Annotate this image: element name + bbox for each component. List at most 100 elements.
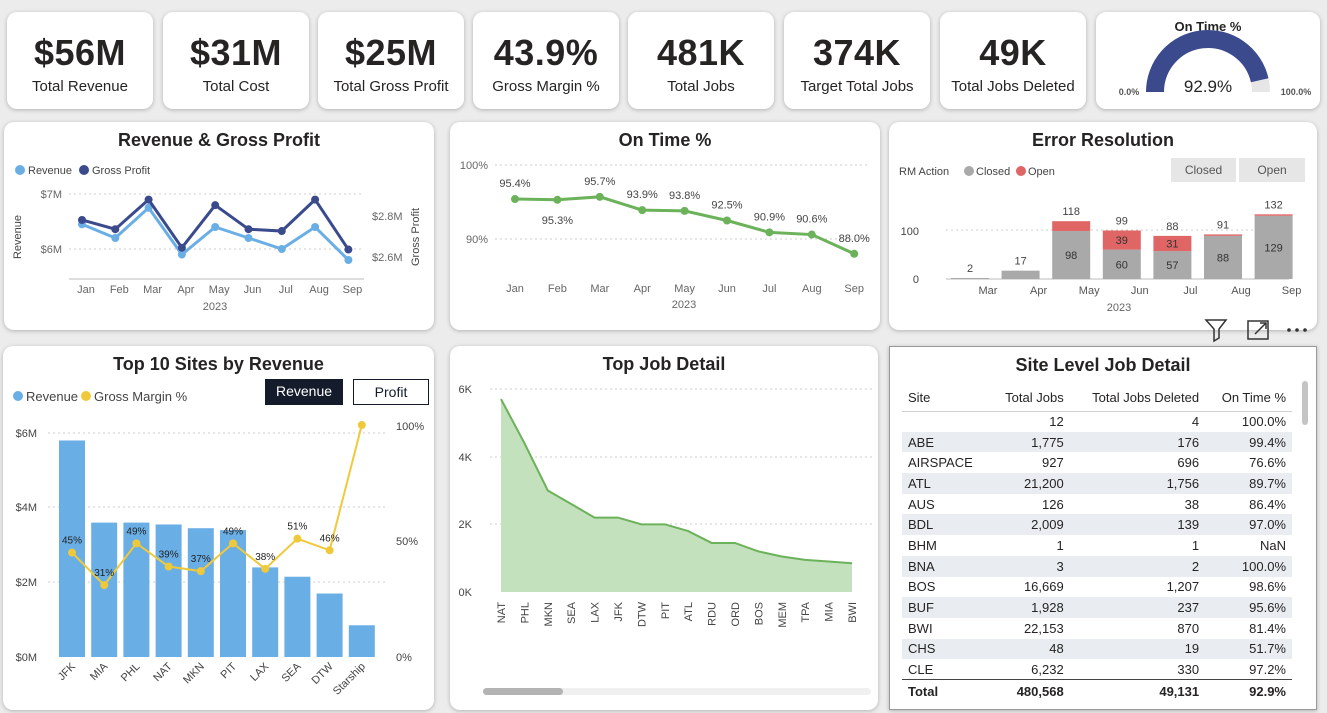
data-label: 95.4% — [499, 178, 530, 190]
y-tick: 90% — [466, 234, 488, 246]
cell-total-jobs: 126 — [1042, 496, 1064, 512]
table-row[interactable]: 12 4 100.0% — [902, 411, 1292, 432]
data-point — [311, 223, 320, 231]
kpi-card-target-total-jobs[interactable]: 374K Target Total Jobs — [784, 12, 930, 109]
table-row[interactable]: BDL 2,009 139 97.0% — [902, 514, 1292, 536]
data-point — [144, 195, 153, 204]
top-job-detail-chart: 6K 4K 2K 0K NAT PHL MKN SEA LAX JFK DTW PIT ATL R… — [459, 384, 875, 695]
x-tick-label: TPA — [800, 601, 812, 622]
kpi-card-gross-margin[interactable]: 43.9% Gross Margin % — [473, 12, 619, 109]
kpi-label: Gross Margin % — [492, 78, 600, 95]
cell-jobs-deleted: 4 — [1191, 414, 1200, 430]
cell-total-jobs: 12 — [1049, 414, 1064, 430]
cell-jobs-deleted: 330 — [1177, 661, 1200, 677]
table-row[interactable]: AUS 126 38 86.4% — [902, 494, 1292, 515]
site-level-job-detail-card[interactable]: Site Level Job Detail Site Total Jobs To… — [889, 346, 1317, 710]
data-label: 93.8% — [669, 190, 700, 202]
y-tick: 0 — [913, 274, 919, 286]
cell-total-jobs: 22,153 — [1023, 620, 1064, 636]
data-point — [807, 230, 816, 239]
kpi-card-total-jobs[interactable]: 481K Total Jobs — [628, 12, 774, 109]
data-point — [244, 234, 253, 242]
table-row[interactable]: ABE 1,775 176 99.4% — [902, 431, 1292, 453]
error-resolution-card[interactable]: Error Resolution RM Action Closed Open 1… — [889, 122, 1317, 330]
cell-total-jobs: 3 — [989, 555, 1070, 577]
column-header-total-jobs[interactable]: Total Jobs — [989, 385, 1070, 412]
column-header-site[interactable]: Site — [902, 385, 990, 412]
kpi-label: Total Gross Profit — [333, 78, 449, 95]
cell-site: AIRSPACE — [908, 455, 973, 471]
cell-total-jobs: 2,009 — [989, 514, 1070, 536]
focus-mode-icon[interactable] — [1247, 320, 1269, 340]
x-tick-label: Feb — [110, 284, 129, 296]
kpi-label: Total Revenue — [32, 78, 128, 95]
bar-closed-label: 57 — [1166, 260, 1178, 272]
cell-total-jobs: 927 — [1042, 455, 1064, 471]
vertical-scrollbar-thumb[interactable] — [1302, 381, 1308, 425]
x-tick-label: MEM — [777, 602, 789, 628]
revenue-gross-profit-card[interactable]: Revenue & Gross Profit Revenue Gross Pro… — [4, 122, 434, 330]
table-row[interactable]: CHS 48 19 51.7% — [902, 638, 1292, 660]
kpi-card-total-gross-profit[interactable]: $25M Total Gross Profit — [318, 12, 464, 109]
table-row[interactable]: BUF 1,928 237 95.6% — [902, 597, 1292, 618]
filter-icon[interactable] — [1204, 319, 1228, 343]
kpi-card-total-jobs-deleted[interactable]: 49K Total Jobs Deleted — [940, 12, 1086, 109]
card-title: Site Level Job Detail — [1015, 355, 1191, 375]
top-sites-card[interactable]: Top 10 Sites by Revenue Revenue Gross Ma… — [3, 346, 434, 710]
column-header-on-time[interactable]: On Time % — [1205, 385, 1292, 412]
bar-closed — [951, 278, 989, 279]
table-row[interactable]: BWI 22,153 870 81.4% — [902, 618, 1292, 639]
y-tick: 2K — [459, 519, 473, 531]
data-point — [595, 192, 604, 201]
horizontal-scrollbar-thumb[interactable] — [483, 688, 563, 695]
table-row[interactable]: BNA 3 2 100.0% — [902, 555, 1292, 577]
legend-marker-revenue — [13, 391, 23, 401]
bar-revenue — [252, 567, 279, 657]
table-row[interactable]: CLE 6,232 330 97.2% — [902, 659, 1292, 680]
top-job-detail-card[interactable]: Top Job Detail 6K 4K 2K 0K NAT PHL MKN SEA L… — [450, 346, 878, 710]
cell-total-jobs: 21,200 — [989, 473, 1070, 494]
cell-total-jobs: 1 — [1056, 537, 1064, 553]
cell-on-time: 99.4% — [1205, 431, 1292, 453]
bar-revenue — [91, 522, 118, 657]
filter-button-closed[interactable]: Closed — [1171, 158, 1236, 182]
cell-on-time: 76.6% — [1249, 455, 1286, 471]
bar-open — [1052, 221, 1091, 231]
bar-closed-label: 98 — [1065, 250, 1077, 262]
cell-on-time: 95.6% — [1205, 597, 1292, 618]
x-tick-label: Jul — [762, 283, 776, 295]
filter-button-open[interactable]: Open — [1239, 158, 1305, 182]
x-tick-label: Sep — [1282, 285, 1302, 297]
y-tick-left: $4M — [16, 502, 37, 514]
data-point — [111, 225, 120, 234]
toggle-revenue-button[interactable]: Revenue — [265, 379, 343, 405]
table-header-row: Site Total Jobs Total Jobs Deleted On Ti… — [902, 385, 1292, 412]
table-row[interactable]: BOS 16,669 1,207 98.6% — [902, 577, 1292, 598]
table-row[interactable]: BHM 1 1 NaN — [902, 535, 1292, 556]
toggle-profit-button[interactable]: Profit — [353, 379, 429, 405]
gauge-card-on-time[interactable]: On Time % 92.9% 0.0% 100.0% — [1096, 12, 1320, 109]
y-tick-right: $2.6M — [372, 252, 403, 264]
kpi-card-total-cost[interactable]: $31M Total Cost — [163, 12, 309, 109]
table-row[interactable]: ATL 21,200 1,756 89.7% — [902, 473, 1292, 494]
kpi-card-total-revenue[interactable]: $56M Total Revenue — [7, 12, 153, 109]
x-tick-label: Feb — [548, 283, 567, 295]
total-on-time: 92.9% — [1205, 679, 1292, 702]
bar-total-label: 2 — [967, 263, 973, 275]
y-tick-right: 100% — [396, 421, 424, 433]
table-row[interactable]: AIRSPACE 927 696 76.6% — [902, 452, 1292, 473]
data-point — [553, 195, 562, 204]
cell-on-time: 81.4% — [1249, 620, 1286, 636]
kpi-value: 49K — [979, 32, 1047, 73]
data-label: 46% — [320, 533, 340, 544]
on-time-plot: 95.4% 95.3% 95.7% 93.9% 93.8% 92.5% 90.9% 90.6%… — [499, 176, 870, 295]
data-point — [357, 421, 366, 429]
gauge-value: 92.9% — [1184, 77, 1232, 96]
bar-total-label: 99 — [1116, 215, 1128, 227]
x-tick-label: LAX — [248, 660, 272, 684]
more-options-icon[interactable] — [1287, 328, 1307, 332]
on-time-card[interactable]: On Time % 100% 90% 95.4% 95.3% 95.7% 93.9% 9… — [450, 122, 880, 330]
data-point — [680, 206, 689, 215]
cell-site: BOS — [908, 579, 936, 595]
column-header-jobs-deleted[interactable]: Total Jobs Deleted — [1069, 385, 1206, 412]
